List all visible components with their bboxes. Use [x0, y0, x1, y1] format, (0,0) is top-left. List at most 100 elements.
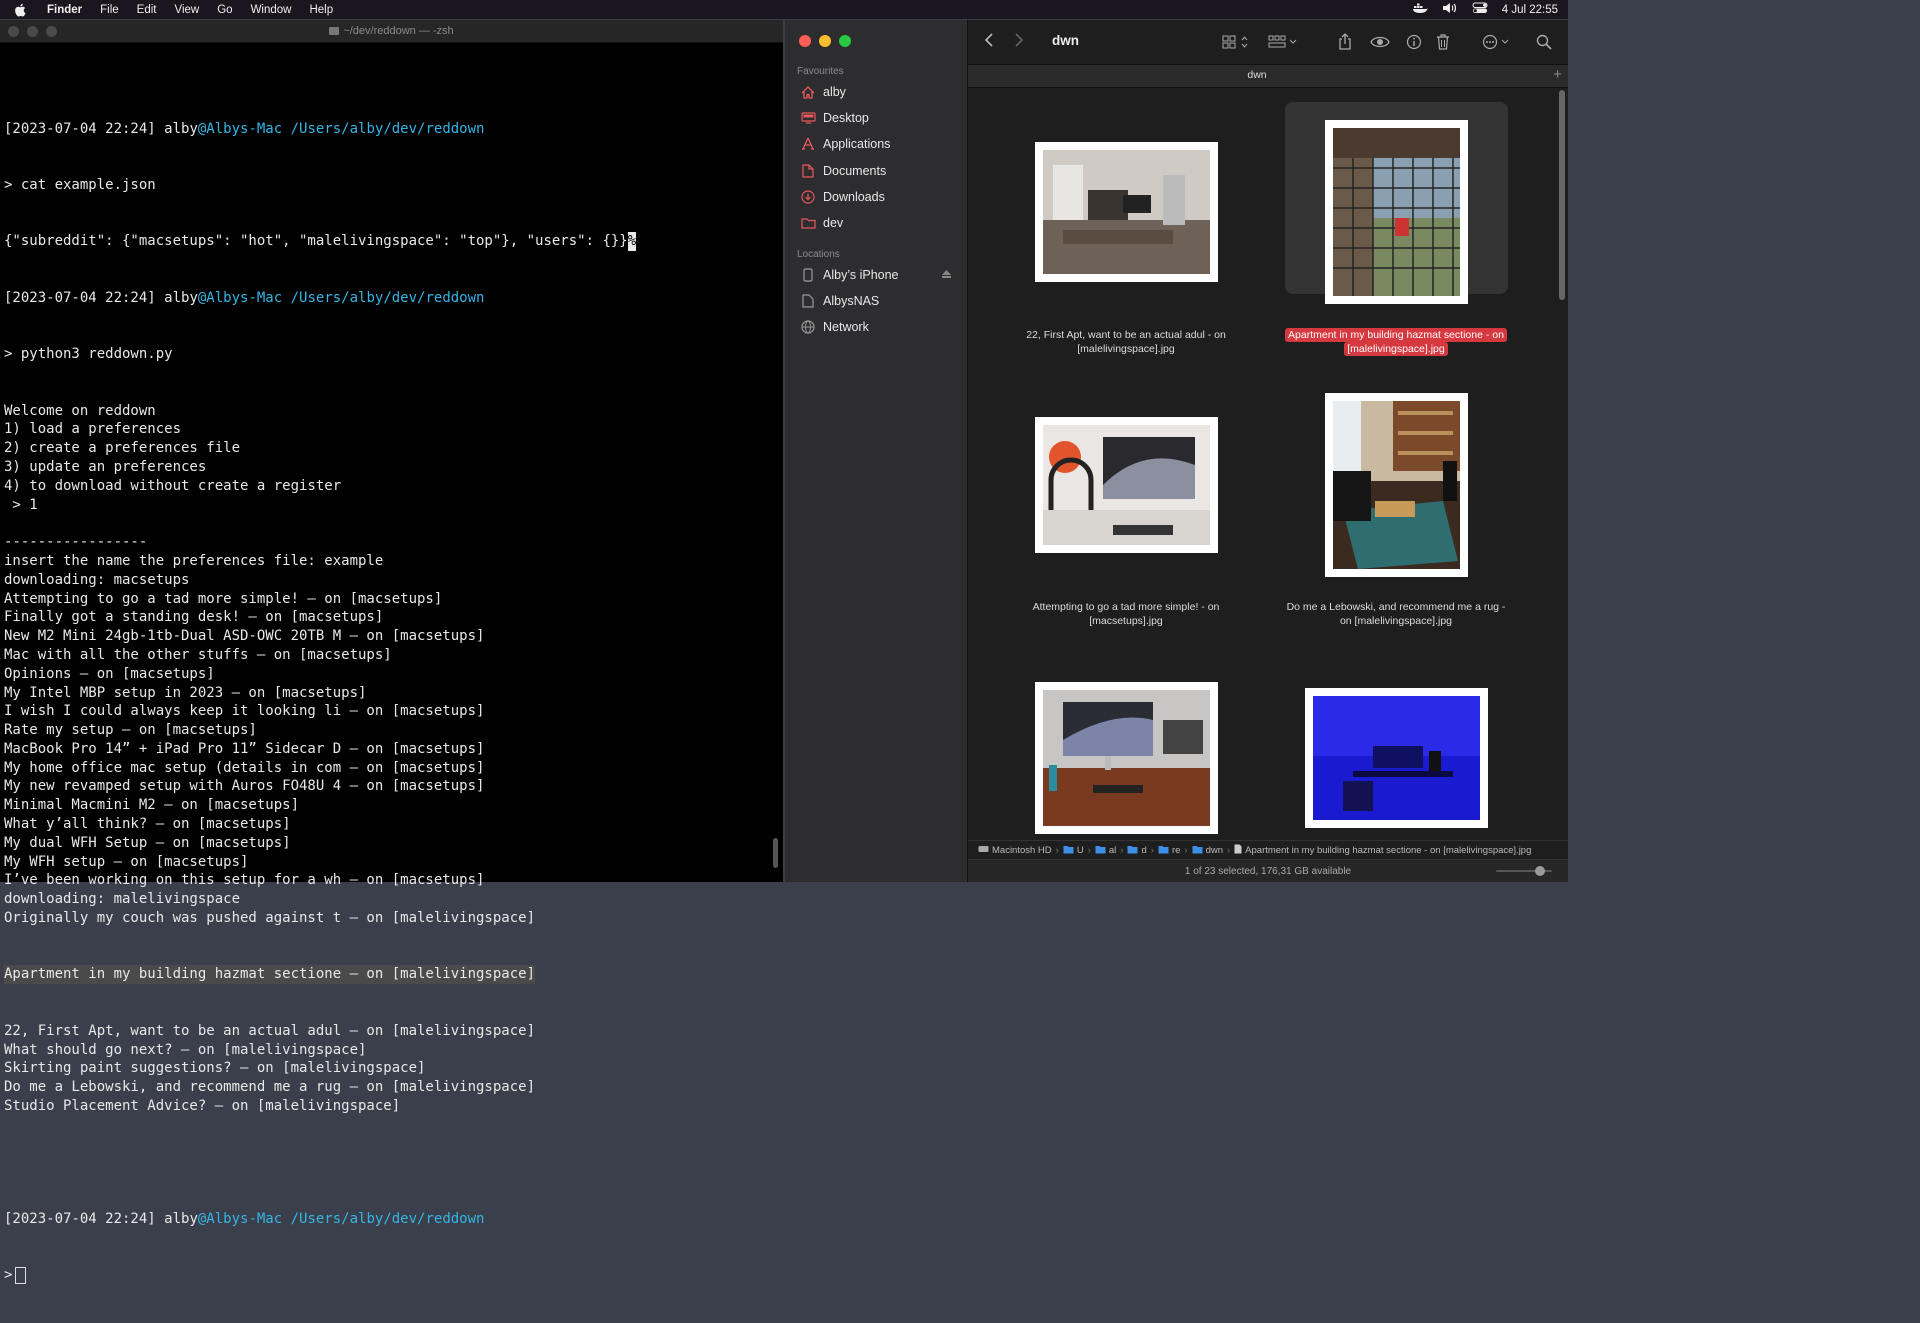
path-crumb[interactable]: U: [1063, 845, 1084, 857]
tab-bar: dwn +: [968, 64, 1568, 88]
zoom-button[interactable]: [46, 26, 57, 37]
menu-bar: Finder File Edit View Go Window Help 4 J…: [0, 0, 1568, 19]
file-thumbnail[interactable]: [1035, 417, 1218, 553]
docker-icon[interactable]: [1412, 2, 1428, 17]
output-line: 3) update an preferences: [4, 458, 207, 475]
menu-clock[interactable]: 4 Jul 22:55: [1502, 4, 1558, 16]
output-line: downloading: macsetups: [4, 571, 190, 588]
input-line[interactable]: >: [4, 1266, 767, 1285]
search-icon[interactable]: [1536, 32, 1552, 52]
file-name-label[interactable]: Attempting to go a tad more simple! - on…: [1011, 600, 1241, 628]
output-line: Originally my couch was pushed against t…: [4, 910, 536, 927]
output-line: insert the name the preferences file: ex…: [4, 552, 384, 569]
control-center-icon[interactable]: [1472, 2, 1488, 17]
sidebar-item-albysnas[interactable]: AlbysNAS: [799, 290, 879, 312]
menu-view[interactable]: View: [166, 4, 209, 16]
back-button[interactable]: [984, 33, 994, 52]
volume-icon[interactable]: [1442, 2, 1458, 17]
path-separator: ›: [1055, 845, 1059, 856]
folder-icon: [329, 27, 340, 35]
output-line: Studio Placement Advice? — on [malelivin…: [4, 1098, 401, 1115]
sidebar-item-label: AlbysNAS: [823, 294, 880, 309]
menu-edit[interactable]: Edit: [128, 4, 166, 16]
forward-button[interactable]: [1014, 33, 1024, 52]
quick-look-icon[interactable]: [1370, 32, 1390, 52]
file-name-label[interactable]: 22, First Apt, want to be an actual adul…: [1011, 328, 1241, 356]
sidebar-item-label: Desktop: [823, 111, 869, 126]
file-thumbnail[interactable]: [1035, 142, 1218, 282]
eject-icon[interactable]: [942, 270, 951, 280]
terminal-title: ~/dev/reddown — -zsh: [343, 25, 454, 37]
sidebar-item-applications[interactable]: Applications: [799, 133, 890, 155]
output-line: Opinions — on [macsetups]: [4, 665, 215, 682]
output-line: My home office mac setup (details in com…: [4, 759, 485, 776]
output-line: New M2 Mini 24gb-1tb-Dual ASD-OWC 20TB M…: [4, 628, 485, 645]
finder-content: dwn dwn + 22, First Apt, want to be an a…: [968, 20, 1568, 882]
menu-help[interactable]: Help: [300, 4, 342, 16]
sidebar-item-label: Documents: [823, 163, 887, 178]
output-line: -----------------: [4, 534, 148, 551]
output-line: My dual WFH Setup — on [macsetups]: [4, 834, 291, 851]
path-crumb[interactable]: al: [1095, 845, 1116, 857]
file-name-label-selected[interactable]: Apartment in my building hazmat sectione…: [1281, 328, 1511, 356]
sidebar-item-documents[interactable]: Documents: [799, 160, 886, 182]
output-line: Skirting paint suggestions? — on [maleli…: [4, 1060, 426, 1077]
file-thumbnail-selected[interactable]: [1325, 120, 1468, 304]
menu-go[interactable]: Go: [208, 4, 241, 16]
prompt-line: [2023-07-04 22:24] alby@Albys-Mac /Users…: [4, 120, 485, 137]
json-output-line: {"subreddit": {"macsetups": "hot", "male…: [4, 232, 637, 252]
menu-window[interactable]: Window: [242, 4, 301, 16]
sidebar-item-network[interactable]: Network: [799, 316, 869, 338]
terminal-scrollbar[interactable]: [771, 46, 780, 872]
vertical-scrollbar[interactable]: [1559, 90, 1565, 300]
phone-icon: [799, 268, 817, 282]
path-crumb[interactable]: d: [1127, 845, 1147, 857]
output-line: Rate my setup — on [macsetups]: [4, 722, 257, 739]
prompt-line: [2023-07-04 22:24] alby@Albys-Mac /Users…: [4, 1210, 485, 1227]
terminal-titlebar[interactable]: ~/dev/reddown — -zsh: [0, 20, 783, 43]
zoom-button[interactable]: [839, 35, 851, 47]
output-line: 1) load a preferences: [4, 421, 182, 438]
output-line: Finally got a standing desk! — on [macse…: [4, 609, 384, 626]
path-crumb[interactable]: re: [1158, 845, 1180, 857]
close-button[interactable]: [799, 35, 811, 47]
minimize-button[interactable]: [27, 26, 38, 37]
sidebar-item-alby[interactable]: alby: [799, 81, 846, 103]
apple-icon[interactable]: [14, 3, 28, 17]
close-button[interactable]: [8, 26, 19, 37]
output-line: What y’all think? — on [macsetups]: [4, 816, 291, 833]
sidebar-item-downloads[interactable]: Downloads: [799, 186, 885, 208]
output-line: > 1: [4, 496, 38, 513]
icon-size-slider[interactable]: [1496, 865, 1552, 877]
terminal-output[interactable]: [2023-07-04 22:24] alby@Albys-Mac /Users…: [4, 82, 767, 1323]
menu-app-name[interactable]: Finder: [38, 4, 91, 16]
folder-icon: [1158, 845, 1169, 857]
trash-icon[interactable]: [1436, 32, 1450, 52]
path-crumb[interactable]: dwn: [1192, 845, 1223, 857]
sidebar-item-alby-s-iphone[interactable]: Alby’s iPhone: [799, 264, 899, 286]
path-crumb[interactable]: Apartment in my building hazmat sectione…: [1234, 844, 1531, 857]
file-name-label[interactable]: Do me a Lebowski, and recommend me a rug…: [1281, 600, 1511, 628]
file-thumbnail[interactable]: [1035, 682, 1218, 834]
download-icon: [799, 190, 817, 204]
more-actions-icon[interactable]: [1482, 32, 1512, 52]
sidebar-item-desktop[interactable]: Desktop: [799, 107, 869, 129]
file-thumbnail[interactable]: [1305, 688, 1488, 828]
view-mode-icon[interactable]: [1222, 32, 1250, 52]
folder-icon: [1095, 845, 1106, 857]
tab-dwn[interactable]: dwn: [968, 69, 1546, 81]
file-thumbnail[interactable]: [1325, 393, 1468, 577]
menu-file[interactable]: File: [91, 4, 128, 16]
group-icon[interactable]: [1268, 32, 1298, 52]
share-icon[interactable]: [1338, 32, 1352, 52]
new-tab-button[interactable]: +: [1553, 66, 1562, 83]
minimize-button[interactable]: [819, 35, 831, 47]
output-line: downloading: malelivingspace: [4, 891, 241, 908]
desktop-icon: [799, 112, 817, 124]
command-line: > python3 reddown.py: [4, 346, 173, 363]
path-crumb[interactable]: Macintosh HD: [978, 845, 1052, 856]
sidebar-item-dev[interactable]: dev: [799, 212, 843, 234]
status-bar: 1 of 23 selected, 176,31 GB available: [968, 859, 1568, 882]
sidebar-item-label: Network: [823, 320, 869, 335]
info-icon[interactable]: [1406, 32, 1422, 52]
